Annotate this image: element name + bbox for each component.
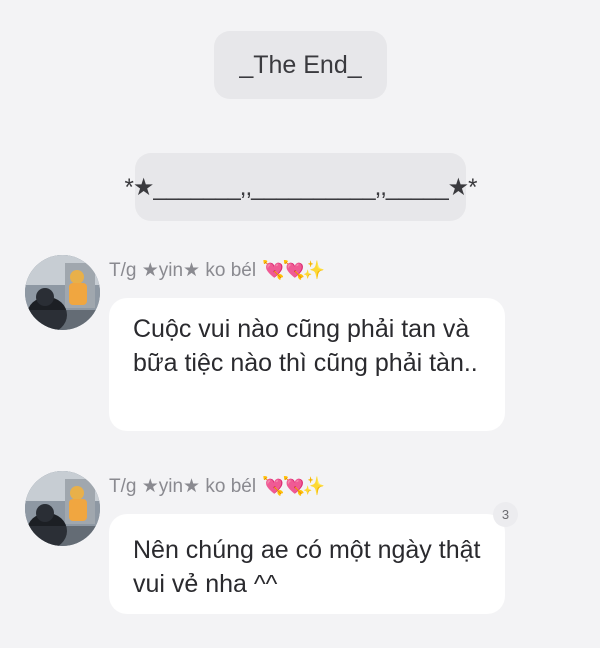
message-text: Nên chúng ae có một ngày thật vui vẻ nha… [133,536,481,598]
system-message-text: *★_______,,__________,,_____★* [124,173,477,201]
avatar[interactable] [25,471,100,546]
system-message-the-end: _The End_ [214,31,387,99]
message-text: Cuộc vui nào cũng phải tan và bữa tiệc n… [133,315,478,377]
message-bubble[interactable]: Nên chúng ae có một ngày thật vui vẻ nha… [109,514,505,614]
message-bubble[interactable]: Cuộc vui nào cũng phải tan và bữa tiệc n… [109,298,505,431]
author-name: T/g ★yin★ ko bél [109,476,257,497]
message-author[interactable]: T/g ★yin★ ko bél 💘💘✨ [109,259,325,282]
author-decoration: 💘💘✨ [262,476,325,496]
avatar[interactable] [25,255,100,330]
reaction-count-badge[interactable]: 3 [493,502,518,527]
avatar-image [25,255,100,330]
reaction-count: 3 [501,507,510,522]
author-decoration: 💘💘✨ [262,260,325,280]
avatar-image [25,471,100,546]
author-name: T/g ★yin★ ko bél [109,260,257,281]
message-author[interactable]: T/g ★yin★ ko bél 💘💘✨ [109,475,325,498]
system-message-text: _The End_ [239,50,362,79]
system-message-divider: *★_______,,__________,,_____★* [124,153,478,221]
